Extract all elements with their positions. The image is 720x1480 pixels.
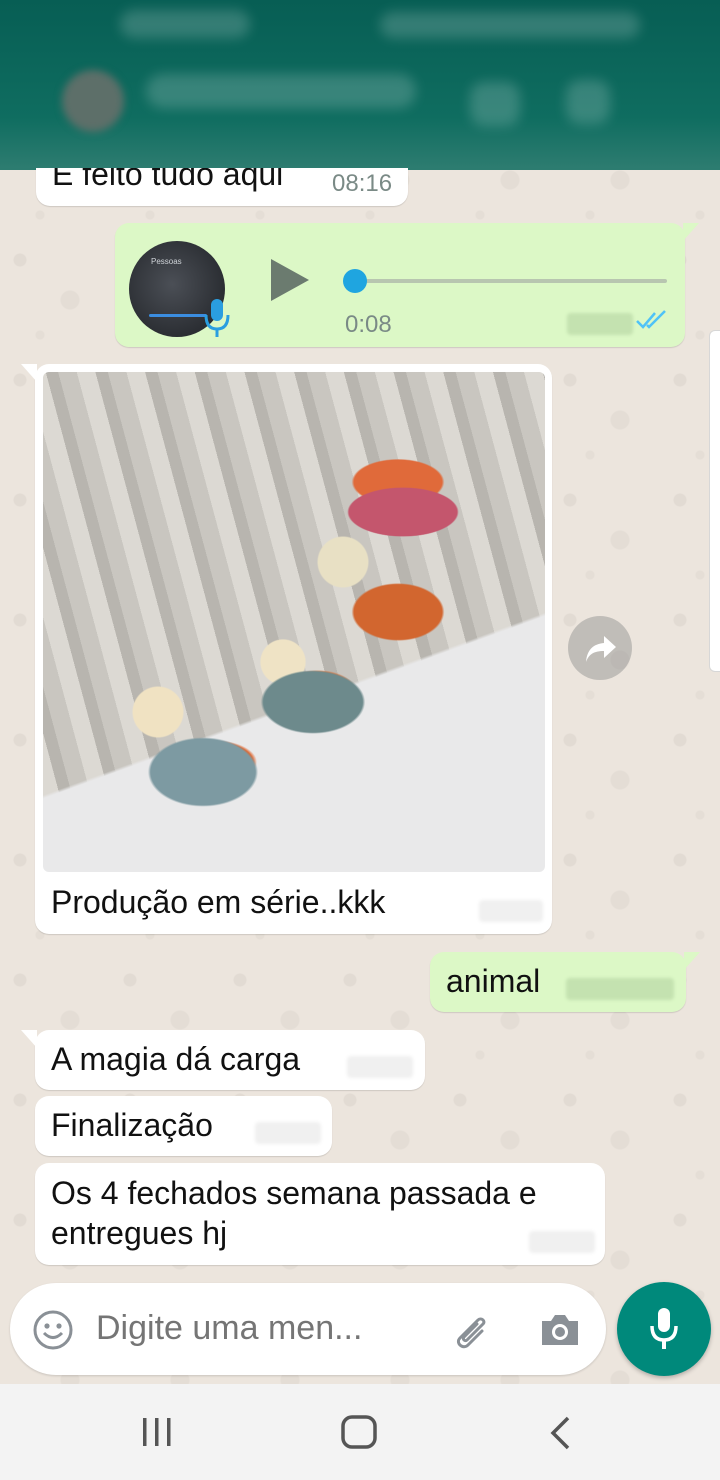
message-input[interactable] [96, 1309, 416, 1348]
chat-header-overlay [0, 0, 720, 168]
paperclip-icon[interactable] [450, 1309, 494, 1351]
system-navigation-bar [0, 1384, 720, 1480]
header-blur [380, 12, 640, 38]
microphone-icon [650, 1308, 678, 1349]
contact-avatar[interactable] [62, 70, 124, 132]
recents-icon[interactable] [140, 1416, 174, 1448]
header-blur [120, 10, 250, 38]
scroll-indicator[interactable] [709, 330, 720, 672]
voice-call-icon[interactable] [566, 80, 610, 124]
camera-icon[interactable] [538, 1311, 582, 1349]
message-incoming[interactable]: Finalização [35, 1096, 332, 1156]
voice-message[interactable]: Pessoas 0:08 [115, 223, 699, 347]
play-button[interactable] [271, 259, 309, 301]
message-text: A magia dá carga [51, 1041, 301, 1077]
voice-duration: 0:08 [345, 311, 392, 338]
message-text-line-1: Os 4 fechados semana passada e [51, 1175, 537, 1211]
message-text: animal [446, 963, 541, 999]
message-composer[interactable] [10, 1283, 606, 1375]
photo-dental-impressions[interactable] [43, 372, 545, 872]
message-text: Finalização [51, 1107, 213, 1143]
message-time [529, 1231, 595, 1253]
message-time [255, 1122, 321, 1144]
video-call-icon[interactable] [470, 82, 520, 126]
message-time [479, 900, 543, 922]
voice-record-button[interactable] [617, 1282, 711, 1376]
message-outgoing[interactable]: animal [430, 952, 700, 1012]
microphone-icon [204, 299, 230, 337]
avatar-caption: Pessoas [151, 257, 182, 266]
message-text-line-2: entregues hj [51, 1215, 228, 1251]
voice-progress-knob[interactable] [343, 269, 367, 293]
image-caption: Produção em série..kkk [51, 884, 386, 920]
voice-progress-track[interactable] [347, 279, 667, 283]
message-incoming[interactable]: Os 4 fechados semana passada e entregues… [35, 1163, 605, 1265]
read-receipt-icon [636, 310, 666, 329]
forward-button[interactable] [568, 616, 632, 680]
avatar-line [149, 314, 207, 317]
message-incoming[interactable]: A magia dá carga [21, 1030, 425, 1090]
message-time [567, 313, 633, 335]
home-icon[interactable] [340, 1414, 378, 1450]
smiley-icon[interactable] [32, 1309, 74, 1351]
image-message[interactable]: Produção em série..kkk [21, 364, 552, 934]
message-time: 08:16 [332, 170, 393, 197]
forward-icon [586, 636, 616, 662]
message-time [347, 1056, 413, 1078]
back-icon[interactable] [548, 1416, 572, 1450]
message-time [566, 978, 674, 1000]
contact-name-blur [146, 74, 416, 108]
